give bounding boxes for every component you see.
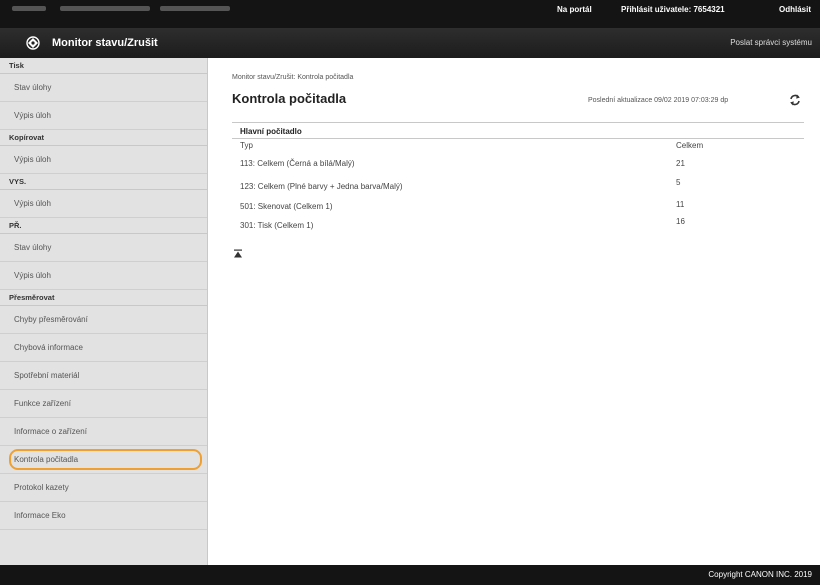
sidebar: Tisk Stav úlohy Výpis úloh Kopírovat Výp… (0, 58, 208, 565)
sidebar-item-print-job-log[interactable]: Výpis úloh (0, 102, 207, 130)
sidebar-item-receive-job-status[interactable]: Stav úlohy (0, 234, 207, 262)
sidebar-item-error-information[interactable]: Chybová informace (0, 334, 207, 362)
counter-total: 16 (676, 217, 685, 226)
sidebar-item-forwarding-errors[interactable]: Chyby přesměrování (0, 306, 207, 334)
main-content: Monitor stavu/Zrušit: Kontrola počitadla… (208, 58, 820, 565)
sidebar-section-receive: PŘ. (0, 218, 207, 234)
page-title: Kontrola počitadla (232, 91, 347, 106)
counter-type: 501: Skenovat (Celkem 1) (240, 202, 333, 211)
sidebar-item-device-features[interactable]: Funkce zařízení (0, 390, 207, 418)
refresh-icon[interactable] (788, 93, 802, 107)
sidebar-section-print: Tisk (0, 58, 207, 74)
last-update-timestamp: Poslední aktualizace 09/02 2019 07:03:29… (588, 97, 729, 104)
logged-in-user: Přihlásit uživatele: 7654321 (621, 5, 725, 14)
sidebar-section-send: VYS. (0, 174, 207, 190)
sidebar-item-print-job-status[interactable]: Stav úlohy (0, 74, 207, 102)
column-header-total: Celkem (676, 141, 704, 150)
top-bar: Na portál Přihlásit uživatele: 7654321 O… (0, 0, 820, 28)
counter-type: 123: Celkem (Plné barvy + Jedna barva/Ma… (240, 182, 403, 191)
counter-type: 301: Tisk (Celkem 1) (240, 221, 314, 230)
sidebar-item-receive-job-log[interactable]: Výpis úloh (0, 262, 207, 290)
divider (232, 138, 804, 139)
sidebar-section-copy: Kopírovat (0, 130, 207, 146)
copyright-text: Copyright CANON INC. 2019 (708, 570, 812, 579)
sidebar-item-send-job-log[interactable]: Výpis úloh (0, 190, 207, 218)
monitor-logo-icon (26, 36, 40, 50)
breadcrumb: Monitor stavu/Zrušit: Kontrola počitadla (232, 74, 354, 81)
sidebar-item-copy-job-log[interactable]: Výpis úloh (0, 146, 207, 174)
main-counter-heading: Hlavní počitadlo (240, 127, 302, 136)
logout-link[interactable]: Odhlásit (779, 5, 811, 14)
divider (232, 122, 804, 123)
app-title: Monitor stavu/Zrušit (52, 37, 158, 49)
sidebar-item-counter-check[interactable]: Kontrola počitadla (0, 446, 207, 474)
sidebar-item-consumables[interactable]: Spotřební materiál (0, 362, 207, 390)
sidebar-section-forward: Přesměrovat (0, 290, 207, 306)
column-header-type: Typ (240, 141, 253, 150)
footer: Copyright CANON INC. 2019 (0, 565, 820, 585)
scroll-to-top-icon[interactable] (233, 249, 243, 259)
counter-total: 21 (676, 159, 685, 168)
counter-total: 5 (676, 178, 681, 187)
counter-type: 113: Celkem (Černá a bílá/Malý) (240, 159, 355, 168)
sidebar-item-device-information[interactable]: Informace o zařízení (0, 418, 207, 446)
blurred-address-bar (12, 6, 46, 11)
blurred-address-bar (60, 6, 150, 11)
counter-total: 11 (676, 200, 685, 209)
portal-link[interactable]: Na portál (557, 5, 592, 14)
send-to-admin-link[interactable]: Poslat správci systému (730, 38, 812, 47)
sidebar-item-cartridge-log[interactable]: Protokol kazety (0, 474, 207, 502)
sidebar-item-eco-information[interactable]: Informace Eko (0, 502, 207, 530)
app-header: Monitor stavu/Zrušit Poslat správci syst… (0, 28, 820, 58)
blurred-address-bar (160, 6, 230, 11)
